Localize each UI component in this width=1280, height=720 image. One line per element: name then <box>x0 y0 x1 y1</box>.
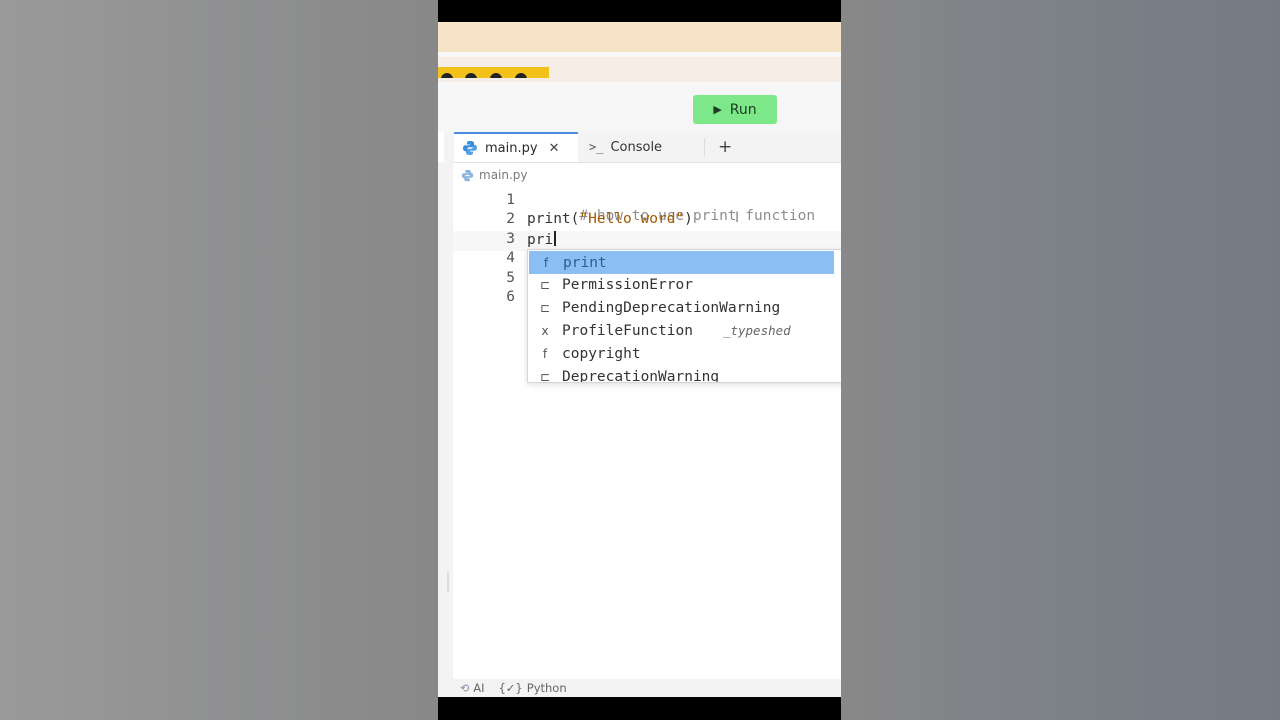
code-editor[interactable]: main.py 1 2 3 4 5 6 # how to use print f… <box>453 163 841 679</box>
autocomplete-label: print <box>563 254 607 271</box>
play-icon: ▶ <box>713 103 722 116</box>
autocomplete-item[interactable]: ⊏ DeprecationWarning <box>528 365 841 383</box>
ai-icon: ⟲ <box>460 681 470 695</box>
code-typed: pri <box>527 232 554 248</box>
breadcrumb: main.py <box>461 168 528 182</box>
autocomplete-label: copyright <box>562 345 641 362</box>
code-line-2: print("Hello word") <box>527 211 693 227</box>
ai-status[interactable]: ⟲ AI <box>460 681 484 695</box>
python-icon <box>463 141 477 155</box>
autocomplete-item[interactable]: f print <box>529 251 834 274</box>
left-rail <box>438 162 453 697</box>
text-caret <box>554 231 556 246</box>
line-number: 4 <box>506 250 515 266</box>
autocomplete-label: DeprecationWarning <box>562 368 720 383</box>
line-number: 1 <box>506 192 515 208</box>
code-line-3: pri <box>527 231 556 248</box>
function-icon: f <box>543 255 549 270</box>
autocomplete-item[interactable]: ⊏ PendingDeprecationWarning <box>528 296 841 319</box>
language-status[interactable]: {✓} Python <box>498 681 566 695</box>
console-prompt-icon: >_ <box>589 140 604 154</box>
breadcrumb-file[interactable]: main.py <box>479 168 528 182</box>
header-banner <box>438 22 841 52</box>
close-icon[interactable]: ✕ <box>549 141 560 156</box>
phone-frame: ▶ Run main.py ✕ >_ Console + main.py 1 2… <box>438 0 841 720</box>
variable-icon: x <box>541 323 549 338</box>
python-icon <box>461 169 474 181</box>
autocomplete-item[interactable]: ⊏ PermissionError <box>528 273 841 296</box>
line-number: 2 <box>506 211 515 227</box>
ai-label: AI <box>473 681 485 695</box>
function-icon: f <box>542 346 548 361</box>
autocomplete-label: PermissionError <box>562 276 693 293</box>
ibeam-cursor-icon: I <box>735 210 740 226</box>
autocomplete-label: PendingDeprecationWarning <box>562 299 781 316</box>
cropped-yellow-bar <box>438 67 549 78</box>
autocomplete-label: ProfileFunction <box>562 322 693 339</box>
run-button-label: Run <box>729 101 757 118</box>
add-tab-button[interactable]: + <box>718 137 732 157</box>
autocomplete-popup: f print ⊏ PermissionError ⊏ PendingDepre… <box>527 249 841 383</box>
autocomplete-detail: _typeshed <box>722 323 791 338</box>
tab-bar: main.py ✕ >_ Console + <box>438 132 841 163</box>
letterbox-top <box>438 0 841 22</box>
tab-console-label: Console <box>610 139 663 155</box>
toolbar: ▶ Run <box>438 88 841 132</box>
tab-main-py-label: main.py <box>485 140 538 156</box>
code-string: "Hello word" <box>579 211 685 227</box>
code-call: print( <box>527 211 580 227</box>
tab-stub <box>438 132 444 162</box>
class-icon: ⊏ <box>539 369 551 383</box>
run-button[interactable]: ▶ Run <box>693 95 777 124</box>
autocomplete-item[interactable]: x ProfileFunction _typeshed <box>528 319 841 342</box>
letterbox-bottom <box>438 697 841 720</box>
tab-main-py[interactable]: main.py ✕ <box>454 132 578 162</box>
rail-resize-handle[interactable] <box>447 572 449 592</box>
code-paren: ) <box>684 211 693 227</box>
autocomplete-item[interactable]: f copyright <box>528 342 841 365</box>
status-bar: ⟲ AI {✓} Python <box>438 679 841 697</box>
line-number: 5 <box>506 270 515 286</box>
language-icon: {✓} <box>498 681 523 695</box>
class-icon: ⊏ <box>539 300 551 315</box>
line-number: 6 <box>506 289 515 305</box>
language-label: Python <box>526 681 567 695</box>
tab-console[interactable]: >_ Console <box>584 132 709 162</box>
tab-divider <box>704 138 705 156</box>
class-icon: ⊏ <box>539 277 551 292</box>
line-number: 3 <box>506 231 515 247</box>
